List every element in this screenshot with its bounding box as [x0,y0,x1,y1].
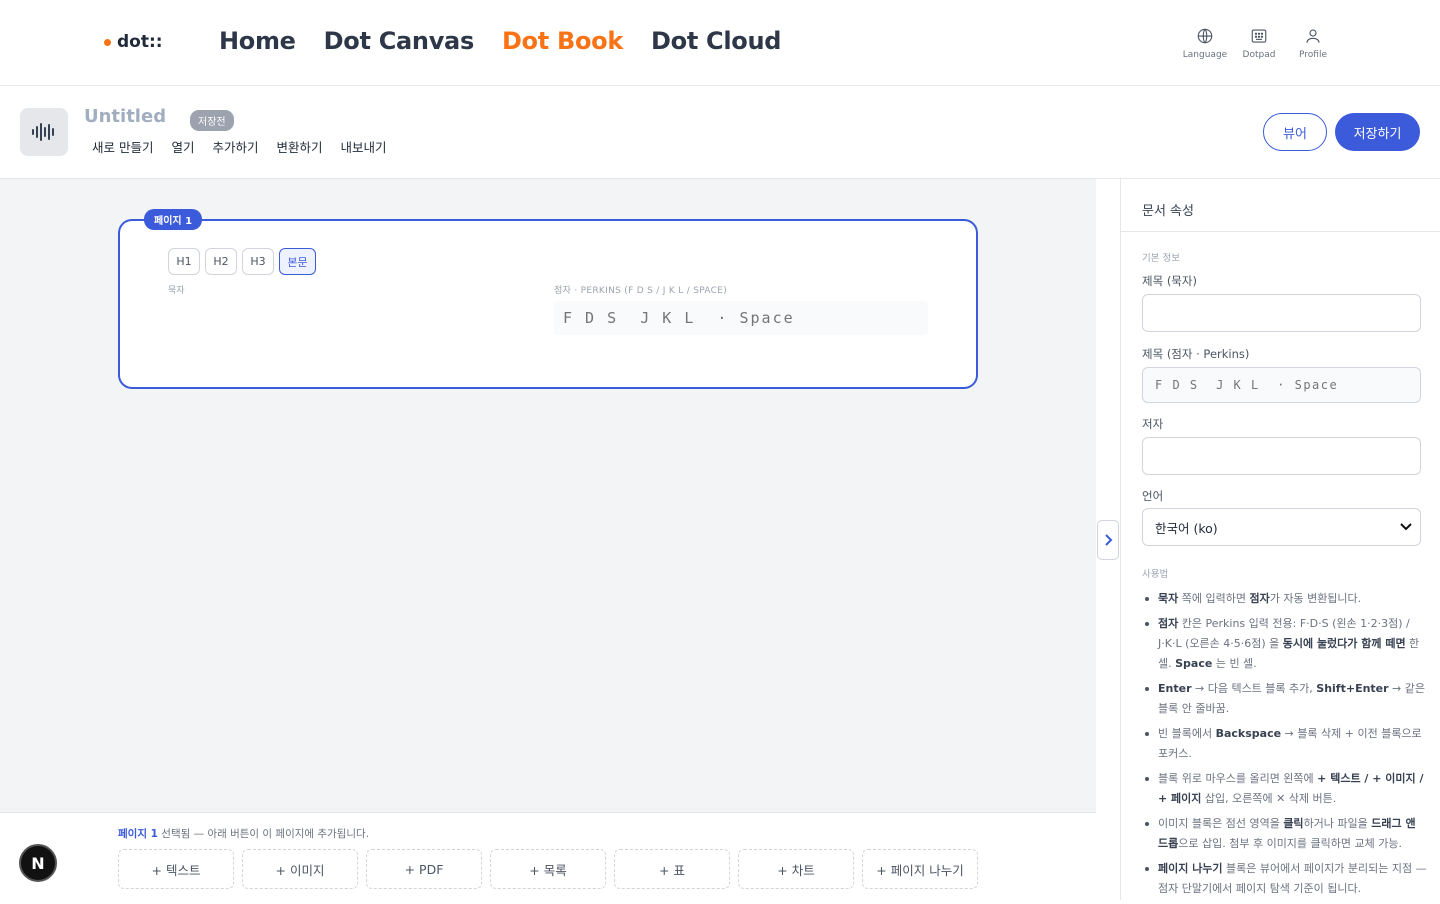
chevron-right-icon [1105,534,1113,546]
usage-item: Enter → 다음 텍스트 블록 추가, Shift+Enter → 같은 블… [1142,679,1427,719]
panel-divider [1121,231,1440,232]
menu-item-open[interactable]: 열기 [171,137,194,156]
document-menu: 새로 만들기 열기 추가하기 변환하기 내보내기 [92,137,405,156]
top-navigation-bar: dot:: Home Dot Canvas Dot Book Dot Cloud… [0,0,1440,86]
editor-canvas: H1 H2 H3 본문 묵자 점자 · PERKINS (F D S / J K… [0,179,1096,812]
logo-text: dot:: [117,32,163,52]
add-chart-button[interactable]: + 차트 [738,849,854,889]
panel-title: 문서 속성 [1142,204,1194,219]
dotpad-button[interactable]: Dotpad [1234,27,1284,60]
document-icon [20,108,68,156]
selected-page-name: 페이지 1 [118,828,158,840]
h3-button[interactable]: H3 [242,248,274,275]
document-title[interactable]: Untitled [84,106,166,127]
add-text-button[interactable]: + 텍스트 [118,849,234,889]
add-block-buttons: + 텍스트 + 이미지 + PDF + 목록 + 표 + 차트 + 페이지 나누… [118,849,986,889]
author-input[interactable] [1142,437,1421,475]
usage-item: 페이지 나누기 블록은 뷰어에서 페이지가 분리되는 지점 — 점자 단말기에서… [1142,859,1427,899]
main-nav: Home Dot Canvas Dot Book Dot Cloud [219,27,809,55]
usage-item: 이미지 블록은 점선 영역을 클릭하거나 파일을 드래그 앤 드롭으로 삽입. … [1142,814,1427,854]
add-page-break-button[interactable]: + 페이지 나누기 [862,849,978,889]
nav-link-dot-canvas[interactable]: Dot Canvas [324,27,475,55]
menu-item-new[interactable]: 새로 만들기 [92,137,153,156]
usage-item: 빈 블록에서 Backspace → 블록 삭제 + 이전 블록으로 포커스. [1142,724,1427,764]
dotpad-label: Dotpad [1242,50,1276,60]
usage-list: 묵자 쪽에 입력하면 점자가 자동 변환됩니다. 점자 칸은 Perkins 입… [1142,589,1427,904]
title-braille-input[interactable] [1142,367,1421,403]
audio-wave-icon [32,123,54,141]
document-header: Untitled 저장전 새로 만들기 열기 추가하기 변환하기 내보내기 뷰어… [0,86,1440,179]
viewer-button[interactable]: 뷰어 [1263,113,1327,151]
ink-text-label: 묵자 [168,286,185,296]
menu-item-convert[interactable]: 변환하기 [277,137,323,156]
utility-nav: Language Dotpad Profile [1180,27,1342,60]
usage-item: 묵자 쪽에 입력하면 점자가 자동 변환됩니다. [1142,589,1427,609]
language-button[interactable]: Language [1180,27,1230,60]
menu-item-export[interactable]: 내보내기 [341,137,387,156]
title-ink-input[interactable] [1142,294,1421,332]
add-list-button[interactable]: + 목록 [490,849,606,889]
language-label: Language [1182,50,1228,60]
braille-input[interactable] [554,301,928,335]
document-properties-panel: 문서 속성 기본 정보 제목 (묵자) 제목 (점자 · Perkins) 저자… [1120,179,1440,900]
title-braille-label: 제목 (점자 · Perkins) [1142,347,1250,361]
author-label: 저자 [1142,417,1164,431]
add-image-button[interactable]: + 이미지 [242,849,358,889]
nav-link-dot-book[interactable]: Dot Book [502,27,623,55]
panel-toggle-button[interactable] [1097,520,1119,560]
basic-info-label: 기본 정보 [1142,253,1180,264]
usage-label: 사용법 [1142,569,1169,580]
user-icon [1306,29,1320,43]
usage-item: 점자 칸은 Perkins 입력 전용: F·D·S (왼손 1·2·3점) /… [1142,614,1427,674]
title-ink-label: 제목 (묵자) [1142,274,1197,288]
nav-link-dot-cloud[interactable]: Dot Cloud [651,27,781,55]
save-status-badge: 저장전 [190,110,234,131]
menu-item-add[interactable]: 추가하기 [213,137,259,156]
body-text-button[interactable]: 본문 [279,248,316,275]
braille-input-label: 점자 · PERKINS (F D S / J K L / SPACE) [554,286,728,296]
add-table-button[interactable]: + 표 [614,849,730,889]
usage-item: 블록 위로 마우스를 올리면 왼쪽에 + 텍스트 / + 이미지 / + 페이지… [1142,769,1427,809]
profile-button[interactable]: Profile [1288,27,1338,60]
h1-button[interactable]: H1 [168,248,200,275]
dotpad-icon [1251,29,1267,43]
language-select-value: 한국어 (ko) [1155,520,1218,536]
globe-icon [1197,28,1213,44]
chevron-down-icon [1400,523,1412,531]
save-button[interactable]: 저장하기 [1335,113,1420,151]
n-badge[interactable]: N [19,844,57,882]
language-label: 언어 [1142,489,1164,503]
add-pdf-button[interactable]: + PDF [366,849,482,889]
page-card[interactable]: H1 H2 H3 본문 묵자 점자 · PERKINS (F D S / J K… [118,219,978,389]
heading-level-buttons: H1 H2 H3 본문 [168,248,321,275]
profile-label: Profile [1299,50,1327,60]
nav-link-home[interactable]: Home [219,27,296,55]
selection-note: 페이지 1 선택됨 — 아래 버튼이 이 페이지에 추가됩니다. [118,826,369,841]
dot-logo[interactable]: dot:: [104,32,163,52]
h2-button[interactable]: H2 [205,248,237,275]
insert-toolbar: N 페이지 1 선택됨 — 아래 버튼이 이 페이지에 추가됩니다. + 텍스트… [0,812,1096,900]
logo-dot-icon [104,38,111,46]
language-select[interactable]: 한국어 (ko) [1142,508,1421,546]
page-tag: 페이지 1 [144,209,203,230]
selection-note-text: 선택됨 — 아래 버튼이 이 페이지에 추가됩니다. [157,828,370,840]
